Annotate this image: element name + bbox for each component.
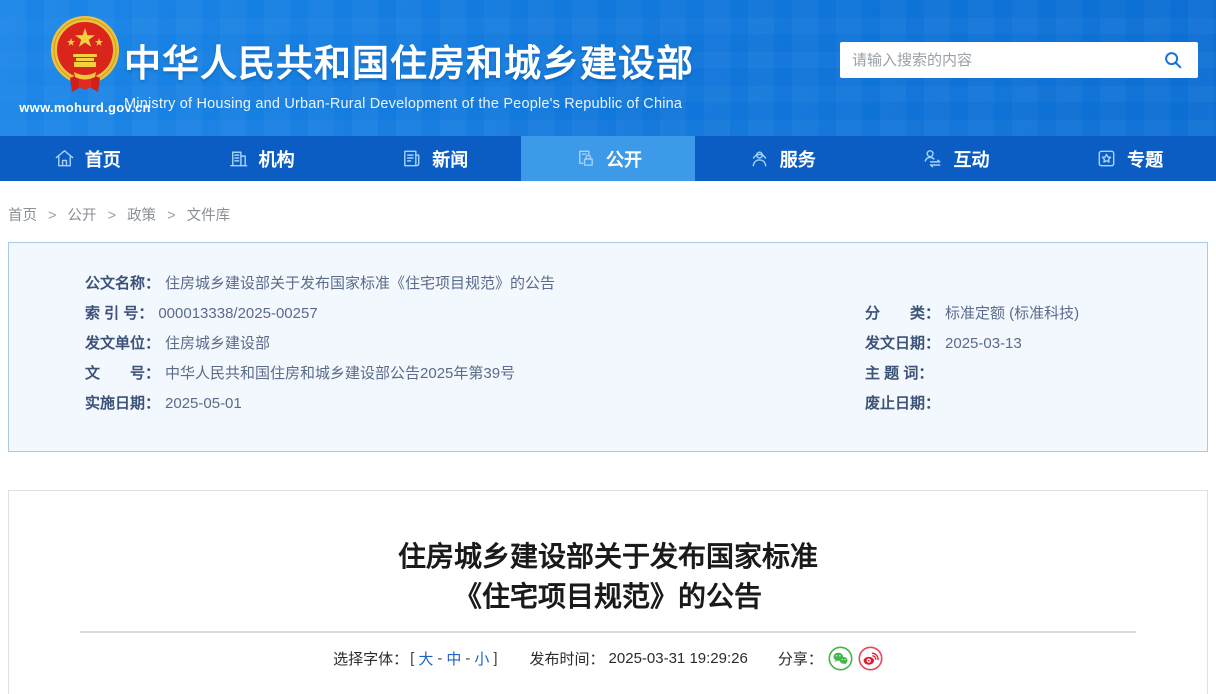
font-size-medium-link[interactable]: 中 <box>446 648 461 669</box>
font-size-label: 选择字体： <box>333 651 409 668</box>
meta-row-category: 分 类： 标准定额 (标准科技) <box>865 299 1195 329</box>
breadcrumb-disclosure[interactable]: 公开 <box>68 208 97 224</box>
meta-label: 发文单位： <box>85 335 161 352</box>
meta-value: 住房城乡建设部 <box>165 335 271 352</box>
article-title-line1: 住房城乡建设部关于发布国家标准 <box>397 541 818 572</box>
nav-item-news[interactable]: 新闻 <box>347 136 521 181</box>
nav-label: 首页 <box>84 149 121 170</box>
article-title-line2: 《住宅项目规范》的公告 <box>453 581 762 612</box>
meta-label: 索 引 号： <box>85 305 154 322</box>
disclosure-icon <box>579 150 593 166</box>
nav-label: 机构 <box>258 149 295 170</box>
breadcrumb-home[interactable]: 首页 <box>8 208 37 224</box>
meta-row-subject-words: 主 题 词： <box>865 359 1195 389</box>
publish-time-value: 2025-03-31 19:29:26 <box>608 650 748 667</box>
breadcrumb-separator: > <box>107 208 117 224</box>
meta-row-doc-number: 文 号： 中华人民共和国住房和城乡建设部公告2025年第39号 <box>85 359 765 389</box>
breadcrumb-separator: > <box>167 208 176 224</box>
meta-label: 实施日期： <box>85 395 161 412</box>
nav-item-topics[interactable]: 专题 <box>1042 136 1216 181</box>
meta-value: 000013338/2025-00257 <box>158 305 318 322</box>
news-icon <box>404 150 420 167</box>
site-subtitle: Ministry of Housing and Urban-Rural Deve… <box>124 96 683 112</box>
nav-item-service[interactable]: 服务 <box>695 136 869 181</box>
meta-value: 住房城乡建设部关于发布国家标准《住宅项目规范》的公告 <box>165 275 556 292</box>
font-size-separator: - <box>437 650 443 667</box>
page: www.mohurd.gov.cn 中华人民共和国住房和城乡建设部 Minist… <box>0 0 1216 694</box>
topics-icon <box>1098 150 1115 167</box>
meta-row-index-number: 索 引 号： 000013338/2025-00257 <box>85 299 765 329</box>
meta-value: 2025-03-13 <box>945 335 1022 352</box>
national-emblem-icon <box>51 16 119 92</box>
wechat-icon[interactable] <box>828 646 853 671</box>
service-icon <box>752 151 767 167</box>
nav-label: 新闻 <box>432 149 469 170</box>
font-size-selector: 选择字体： [ 大 - 中 - 小 ] <box>333 648 499 669</box>
search-input[interactable] <box>852 51 1160 69</box>
nav-item-organization[interactable]: 机构 <box>174 136 348 181</box>
nav-item-disclosure[interactable]: 公开 <box>521 136 695 181</box>
meta-value: 2025-05-01 <box>165 395 242 412</box>
meta-label: 发文日期： <box>865 335 941 352</box>
meta-label: 主 题 词： <box>865 365 934 382</box>
meta-label: 废止日期： <box>865 395 941 412</box>
search-icon <box>1165 52 1182 69</box>
document-meta-panel: 公文名称： 住房城乡建设部关于发布国家标准《住宅项目规范》的公告 索 引 号： 00… <box>8 242 1208 452</box>
meta-row-doc-name: 公文名称： 住房城乡建设部关于发布国家标准《住宅项目规范》的公告 <box>85 269 765 299</box>
font-size-large-link[interactable]: 大 <box>418 648 433 669</box>
font-size-separator: - <box>465 650 471 667</box>
meta-label: 公文名称： <box>85 275 161 292</box>
breadcrumb-policy[interactable]: 政策 <box>127 208 156 224</box>
nav-label: 互动 <box>953 149 990 170</box>
meta-row-repeal-date: 废止日期： <box>865 389 1195 419</box>
site-title-block: 中华人民共和国住房和城乡建设部 Ministry of Housing and … <box>124 33 694 112</box>
breadcrumb-separator: > <box>48 208 57 224</box>
nav-label: 专题 <box>1127 149 1164 170</box>
article-panel: 住房城乡建设部关于发布国家标准 《住宅项目规范》的公告 选择字体： [ 大 - … <box>8 490 1208 694</box>
font-size-small-link[interactable]: 小 <box>474 648 489 669</box>
nav-item-home[interactable]: 首页 <box>0 136 174 181</box>
interaction-icon <box>925 150 941 168</box>
meta-right-column: 分 类： 标准定额 (标准科技) 发文日期： 2025-03-13 主 题 词： 废… <box>865 299 1195 419</box>
share-label: 分享： <box>777 651 823 668</box>
title-divider <box>80 631 1136 633</box>
meta-row-issue-date: 发文日期： 2025-03-13 <box>865 329 1195 359</box>
search-box <box>840 42 1198 78</box>
bracket-close: ] <box>493 650 498 667</box>
home-icon <box>55 150 74 167</box>
breadcrumb: 首页 > 公开 > 政策 > 文件库 <box>8 204 230 225</box>
meta-row-issuing-unit: 发文单位： 住房城乡建设部 <box>85 329 765 359</box>
nav-label: 服务 <box>779 149 816 170</box>
site-header: www.mohurd.gov.cn 中华人民共和国住房和城乡建设部 Minist… <box>0 0 1216 136</box>
meta-label: 分 类： <box>865 305 941 322</box>
search-button[interactable] <box>1160 47 1186 73</box>
meta-left-column: 公文名称： 住房城乡建设部关于发布国家标准《住宅项目规范》的公告 索 引 号： 00… <box>85 269 765 419</box>
bracket-open: [ <box>410 650 415 667</box>
weibo-icon[interactable] <box>858 646 883 671</box>
meta-value: 标准定额 (标准科技) <box>945 305 1080 322</box>
publish-time-label: 发布时间： <box>529 651 605 668</box>
article-title: 住房城乡建设部关于发布国家标准 《住宅项目规范》的公告 <box>9 537 1207 617</box>
meta-value: 中华人民共和国住房和城乡建设部公告2025年第39号 <box>165 365 516 382</box>
organization-icon <box>229 151 247 167</box>
meta-label: 文 号： <box>85 365 161 382</box>
meta-row-effective-date: 实施日期： 2025-05-01 <box>85 389 765 419</box>
article-infobar: 选择字体： [ 大 - 中 - 小 ] 发布时间： 2025-03-31 19:… <box>9 646 1207 671</box>
nav-label: 公开 <box>606 149 643 170</box>
main-nav: 首页 机构 新闻 公开 服务 互动 专题 <box>0 136 1216 181</box>
share-group: 分享： <box>778 646 883 671</box>
site-title: 中华人民共和国住房和城乡建设部 <box>124 43 694 84</box>
breadcrumb-current: 文件库 <box>186 208 231 224</box>
nav-item-interaction[interactable]: 互动 <box>869 136 1043 181</box>
